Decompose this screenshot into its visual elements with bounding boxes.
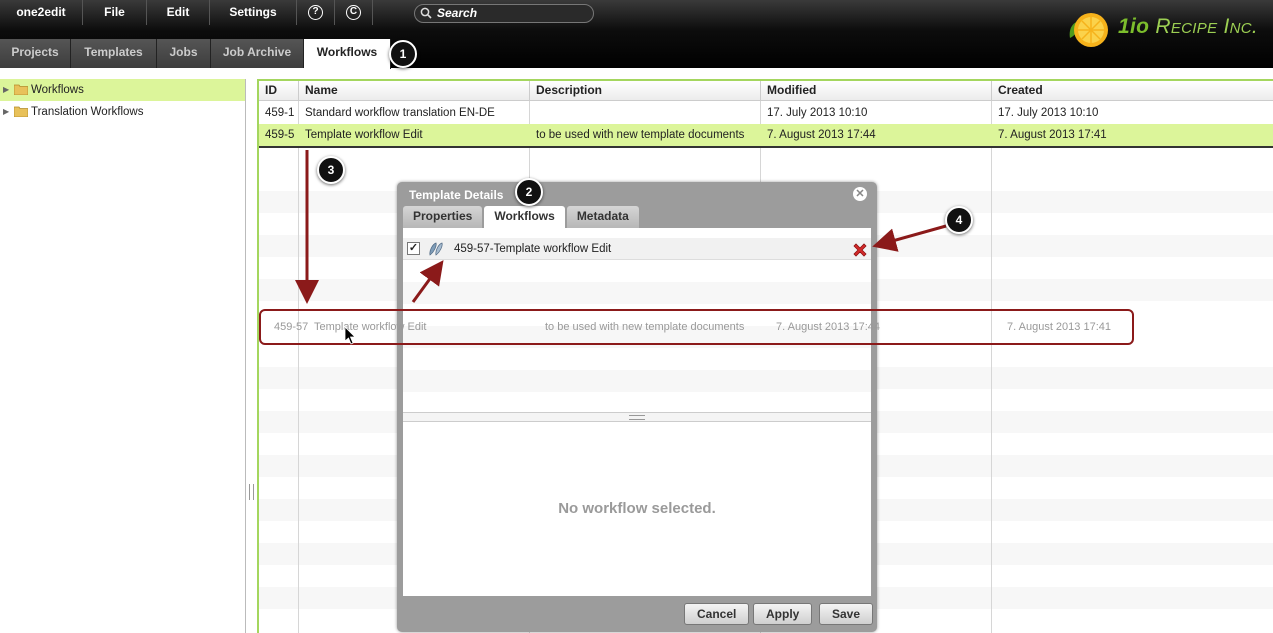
dialog-tab-properties[interactable]: Properties — [403, 206, 483, 228]
table-row[interactable]: 459-1 Standard workflow translation EN-D… — [259, 102, 1273, 124]
cell-created: 17. July 2013 10:10 — [998, 107, 1099, 119]
help-icon: ? — [308, 5, 323, 20]
cell-id: 459-1 — [265, 107, 295, 119]
template-details-dialog: Template Details ✕ Properties Workflows … — [397, 182, 877, 632]
cancel-button[interactable]: Cancel — [684, 603, 750, 625]
tree-item-label: Translation Workflows — [31, 106, 144, 118]
annotation-badge-3: 3 — [317, 156, 345, 184]
ghost-id: 459-57 — [274, 321, 309, 333]
refresh-button[interactable]: C — [335, 0, 373, 25]
menu-bar: one2edit File Edit Settings ? C — [0, 0, 373, 25]
delete-icon[interactable] — [851, 241, 869, 259]
apply-button[interactable]: Apply — [753, 603, 813, 625]
close-icon[interactable]: ✕ — [853, 187, 867, 201]
workflow-checkbox[interactable]: ✓ — [407, 242, 420, 255]
panel-splitter[interactable] — [249, 484, 254, 500]
company-logo-text: 1io Recipe Inc. — [1118, 15, 1258, 39]
search-icon — [420, 7, 432, 19]
logo-name: Recipe Inc. — [1155, 15, 1259, 38]
resize-grip-icon — [629, 415, 645, 420]
cell-created: 7. August 2013 17:41 — [998, 129, 1107, 141]
dialog-tab-workflows[interactable]: Workflows — [484, 206, 565, 228]
column-header-created[interactable]: Created — [992, 81, 1273, 100]
top-bar: one2edit File Edit Settings ? C Search 1… — [0, 0, 1273, 69]
tree-item-label: Workflows — [31, 84, 84, 96]
ghost-description: to be used with new template documents — [545, 321, 745, 333]
refresh-icon: C — [346, 5, 361, 20]
workflow-icon — [429, 242, 443, 256]
help-button[interactable]: ? — [297, 0, 335, 25]
cell-description — [530, 102, 761, 124]
dragged-row-ghost: 459-57 Template workflow Edit to be used… — [259, 309, 1134, 345]
logo-prefix: 1io — [1118, 15, 1150, 38]
menu-one2edit[interactable]: one2edit — [0, 0, 83, 25]
column-header-description[interactable]: Description — [530, 81, 761, 100]
dialog-title: Template Details — [409, 188, 504, 202]
main-tabs: Projects Templates Jobs Job Archive Work… — [0, 38, 391, 69]
assigned-workflow-item[interactable]: ✓ 459-57-Template workflow Edit — [403, 238, 871, 260]
save-button[interactable]: Save — [819, 603, 874, 625]
tab-templates[interactable]: Templates — [71, 39, 157, 68]
dialog-tab-metadata[interactable]: Metadata — [566, 206, 639, 228]
annotation-badge-2: 2 — [515, 178, 543, 206]
dialog-body: ✓ 459-57-Template workflow Edit No workf… — [403, 228, 871, 596]
grid-column-line — [259, 81, 299, 633]
empty-state-message: No workflow selected. — [558, 500, 716, 517]
tab-projects[interactable]: Projects — [0, 39, 71, 68]
tab-jobs[interactable]: Jobs — [157, 39, 211, 68]
list-stripe — [403, 282, 871, 304]
cell-id: 459-5 — [265, 129, 295, 141]
dialog-tabs: Properties Workflows Metadata — [403, 206, 641, 228]
cell-name: Standard workflow translation EN-DE — [305, 107, 495, 119]
tree-item-workflows[interactable]: ▶ Workflows — [0, 79, 245, 101]
tab-job-archive[interactable]: Job Archive — [211, 39, 304, 68]
workflow-tree: ▶ Workflows ▶ Translation Workflows — [0, 79, 246, 633]
tab-workflows[interactable]: Workflows — [304, 39, 391, 69]
cell-description: to be used with new template documents — [536, 129, 745, 141]
folder-icon — [14, 106, 28, 117]
tree-item-translation-workflows[interactable]: ▶ Translation Workflows — [0, 101, 245, 123]
annotation-badge-4: 4 — [945, 206, 973, 234]
cell-modified: 17. July 2013 10:10 — [767, 107, 868, 119]
list-stripe — [403, 370, 871, 392]
annotation-badge-1: 1 — [389, 40, 417, 68]
workflow-item-label: 459-57-Template workflow Edit — [454, 243, 612, 255]
expand-arrow-icon[interactable]: ▶ — [3, 79, 9, 101]
ghost-name: Template workflow Edit — [314, 321, 427, 333]
ghost-modified: 7. August 2013 17:44 — [776, 321, 880, 333]
menu-settings[interactable]: Settings — [210, 0, 297, 25]
column-header-name[interactable]: Name — [299, 81, 530, 100]
ghost-created: 7. August 2013 17:41 — [1007, 321, 1111, 333]
menu-edit[interactable]: Edit — [147, 0, 210, 25]
cell-name: Template workflow Edit — [305, 129, 423, 141]
column-header-modified[interactable]: Modified — [761, 81, 992, 100]
expand-arrow-icon[interactable]: ▶ — [3, 101, 9, 123]
search-input[interactable]: Search — [414, 4, 594, 23]
grid-header: ID Name Description Modified Created — [259, 81, 1273, 101]
table-row[interactable]: 459-5 Template workflow Edit to be used … — [259, 124, 1273, 148]
column-header-id[interactable]: ID — [259, 81, 299, 100]
panel-resize-divider[interactable] — [403, 412, 871, 422]
folder-icon — [14, 84, 28, 95]
menu-file[interactable]: File — [83, 0, 147, 25]
cell-modified: 7. August 2013 17:44 — [767, 129, 876, 141]
app-window: one2edit File Edit Settings ? C Search 1… — [0, 0, 1273, 633]
